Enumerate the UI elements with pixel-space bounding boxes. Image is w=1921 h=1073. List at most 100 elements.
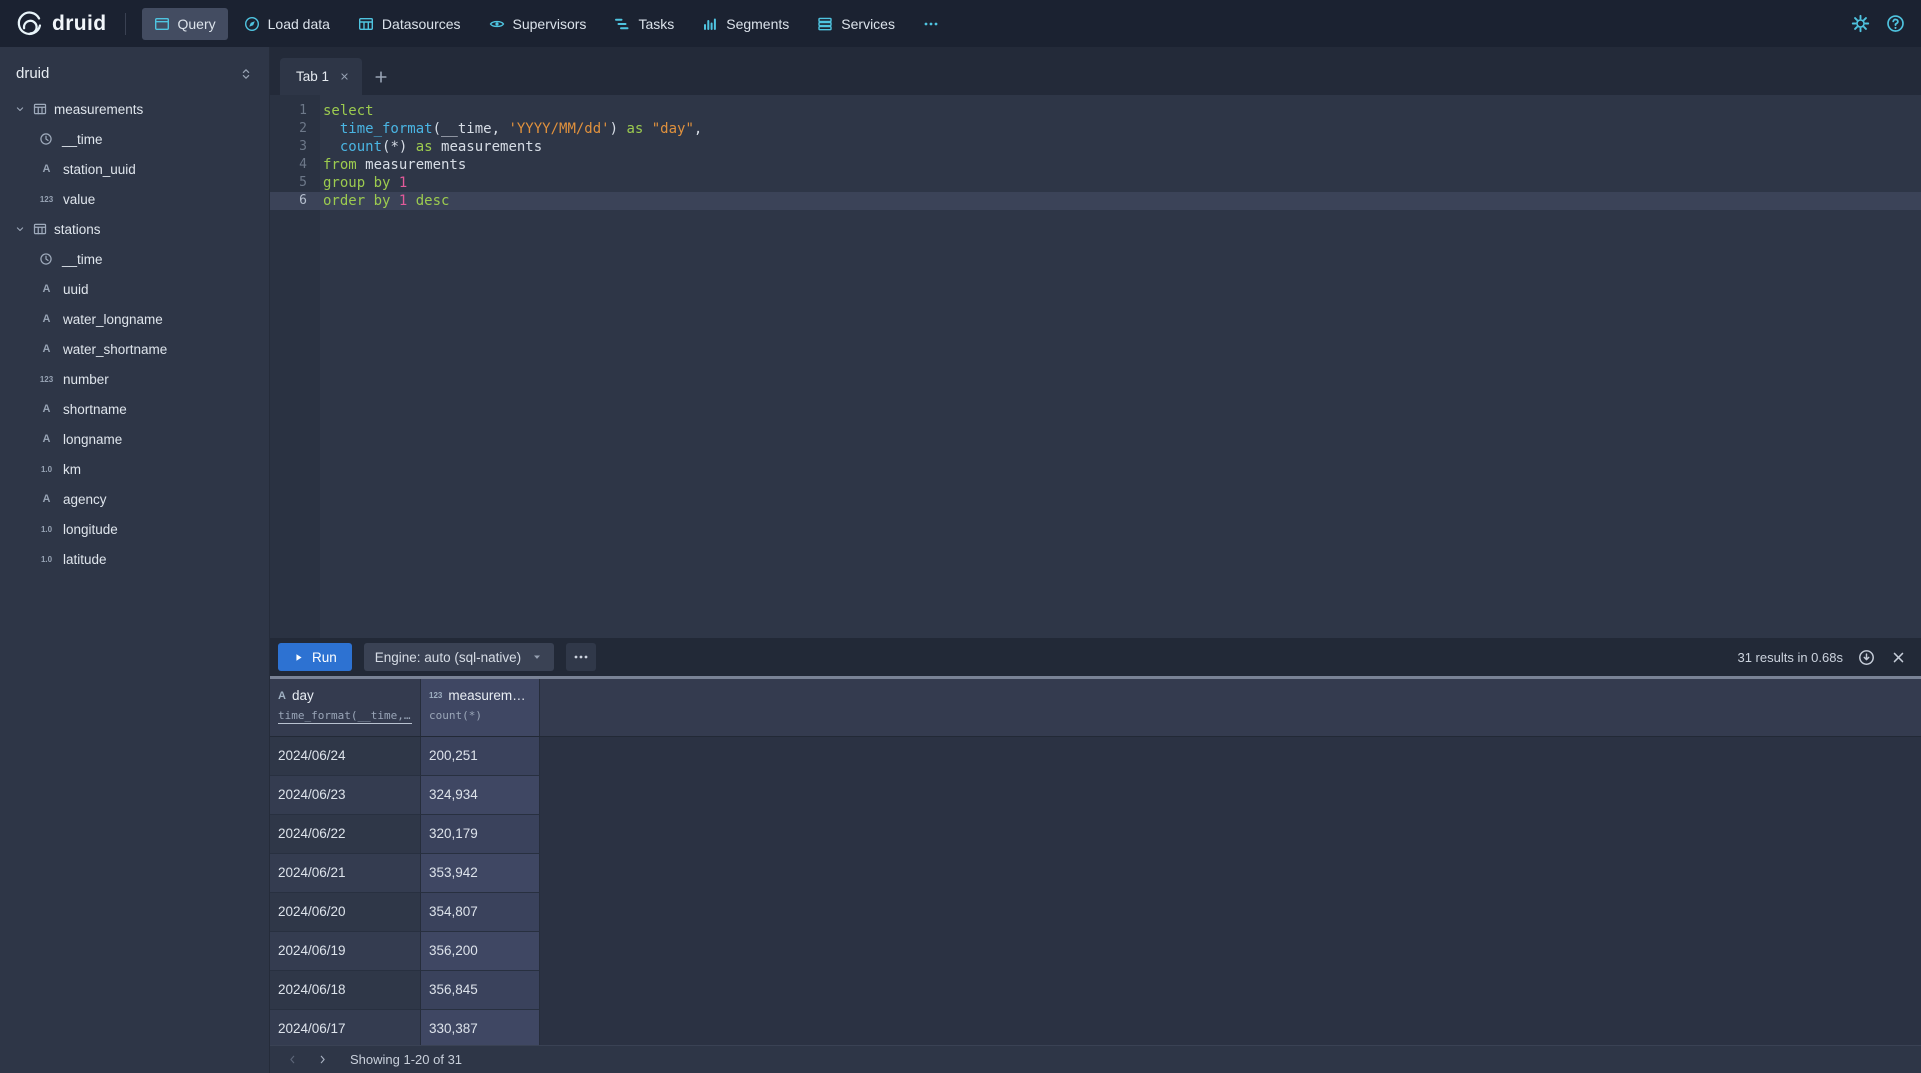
- datasource-table-icon: [358, 16, 374, 32]
- cell[interactable]: 353,942: [421, 854, 540, 893]
- column-expression: count(*): [429, 709, 531, 722]
- float-type-icon: 1.0: [39, 525, 54, 534]
- tree-column-label: __time: [62, 132, 103, 147]
- tree-column--time[interactable]: __time: [0, 244, 269, 274]
- tree-column-number[interactable]: 123number: [0, 364, 269, 394]
- cell[interactable]: 2024/06/19: [270, 932, 421, 971]
- brand-home-link[interactable]: druid: [16, 10, 107, 37]
- tree-column-label: __time: [62, 252, 103, 267]
- clock-icon: [39, 132, 53, 146]
- editor-line-6[interactable]: 6order by 1 desc: [270, 192, 1921, 210]
- cell[interactable]: 2024/06/20: [270, 893, 421, 932]
- add-tab-button[interactable]: [374, 70, 388, 84]
- eye-icon: [489, 16, 505, 32]
- cell[interactable]: 354,807: [421, 893, 540, 932]
- tree-column-station-uuid[interactable]: Astation_uuid: [0, 154, 269, 184]
- sql-editor[interactable]: 1select2 time_format(__time, 'YYYY/MM/dd…: [270, 95, 1921, 638]
- cell[interactable]: 2024/06/22: [270, 815, 421, 854]
- nav-services[interactable]: Services: [805, 8, 907, 40]
- editor-line-3[interactable]: 3 count(*) as measurements: [270, 138, 1921, 156]
- column-header-measurements[interactable]: 123measurementscount(*): [421, 679, 540, 736]
- cell[interactable]: 356,845: [421, 971, 540, 1010]
- cell[interactable]: 2024/06/18: [270, 971, 421, 1010]
- tree-column-km[interactable]: 1.0km: [0, 454, 269, 484]
- nav-label: Segments: [726, 16, 789, 32]
- tree-column-latitude[interactable]: 1.0latitude: [0, 544, 269, 574]
- tree-column-shortname[interactable]: Ashortname: [0, 394, 269, 424]
- cell[interactable]: 324,934: [421, 776, 540, 815]
- close-results-button[interactable]: [1890, 649, 1907, 666]
- column-header-day[interactable]: Adaytime_format(__time, 'YYYY/MM/dd'): [270, 679, 421, 736]
- download-results-button[interactable]: [1858, 649, 1875, 666]
- settings-button[interactable]: [1851, 14, 1870, 33]
- more-icon: [573, 649, 589, 665]
- more-menu-button[interactable]: [911, 8, 951, 40]
- tree-table-stations[interactable]: stations: [0, 214, 269, 244]
- results-meta: 31 results in 0.68s: [1737, 650, 1843, 665]
- cell[interactable]: 320,179: [421, 815, 540, 854]
- tree-column-longname[interactable]: Alongname: [0, 424, 269, 454]
- tree-column-water-shortname[interactable]: Awater_shortname: [0, 334, 269, 364]
- engine-select[interactable]: Engine: auto (sql-native): [364, 643, 554, 671]
- runbar-right: 31 results in 0.68s: [1737, 649, 1907, 666]
- string-type-icon: A: [39, 403, 54, 415]
- cell[interactable]: 2024/06/24: [270, 737, 421, 776]
- nav-query[interactable]: Query: [142, 8, 228, 40]
- tree-column-label: latitude: [63, 552, 107, 567]
- more-icon: [923, 16, 939, 32]
- tree-column-uuid[interactable]: Auuid: [0, 274, 269, 304]
- tab-label: Tab 1: [296, 69, 329, 84]
- editor-line-5[interactable]: 5group by 1: [270, 174, 1921, 192]
- results-header: Adaytime_format(__time, 'YYYY/MM/dd')123…: [270, 679, 1921, 737]
- string-type-icon: A: [39, 283, 54, 295]
- schema-tree: measurements__timeAstation_uuid123values…: [0, 92, 269, 1073]
- nav-load-data[interactable]: Load data: [232, 8, 342, 40]
- nav-label: Supervisors: [513, 16, 587, 32]
- nav-label: Datasources: [382, 16, 461, 32]
- nav-label: Services: [841, 16, 895, 32]
- tree-column-label: number: [63, 372, 109, 387]
- run-button[interactable]: Run: [278, 643, 352, 671]
- download-icon: [1858, 649, 1875, 666]
- line-code: from measurements: [320, 156, 466, 174]
- tree-column-water-longname[interactable]: Awater_longname: [0, 304, 269, 334]
- tree-column-value[interactable]: 123value: [0, 184, 269, 214]
- cell[interactable]: 2024/06/23: [270, 776, 421, 815]
- line-number: 5: [270, 174, 320, 192]
- cell[interactable]: 356,200: [421, 932, 540, 971]
- bar-chart-icon: [702, 16, 718, 32]
- tree-column-label: water_shortname: [63, 342, 167, 357]
- query-more-button[interactable]: [566, 643, 596, 671]
- tree-column-longitude[interactable]: 1.0longitude: [0, 514, 269, 544]
- cell[interactable]: 2024/06/21: [270, 854, 421, 893]
- editor-line-1[interactable]: 1select: [270, 102, 1921, 120]
- close-tab-icon[interactable]: [339, 71, 350, 82]
- column-order-button[interactable]: [239, 67, 253, 81]
- line-number: 2: [270, 120, 320, 138]
- editor-line-2[interactable]: 2 time_format(__time, 'YYYY/MM/dd') as "…: [270, 120, 1921, 138]
- play-icon: [293, 652, 304, 663]
- nav-supervisors[interactable]: Supervisors: [477, 8, 599, 40]
- cell[interactable]: 200,251: [421, 737, 540, 776]
- tree-column-label: station_uuid: [63, 162, 136, 177]
- nav-tasks[interactable]: Tasks: [602, 8, 686, 40]
- column-name: day: [292, 688, 314, 703]
- tab-1[interactable]: Tab 1: [280, 58, 362, 95]
- next-page-button[interactable]: [308, 1048, 336, 1072]
- tree-table-measurements[interactable]: measurements: [0, 94, 269, 124]
- tree-column--time[interactable]: __time: [0, 124, 269, 154]
- query-main: Tab 1 1select2 time_format(__time, 'YYYY…: [270, 47, 1921, 1073]
- tree-column-agency[interactable]: Aagency: [0, 484, 269, 514]
- editor-lines: 1select2 time_format(__time, 'YYYY/MM/dd…: [270, 95, 1921, 210]
- prev-page-button[interactable]: [278, 1048, 306, 1072]
- tree-column-label: longname: [63, 432, 122, 447]
- number-type-icon: 123: [39, 195, 54, 204]
- editor-line-4[interactable]: 4from measurements: [270, 156, 1921, 174]
- line-number: 1: [270, 102, 320, 120]
- column-expression: time_format(__time, 'YYYY/MM/dd'): [278, 709, 412, 724]
- cell[interactable]: 330,387: [421, 1010, 540, 1045]
- help-button[interactable]: [1886, 14, 1905, 33]
- nav-segments[interactable]: Segments: [690, 8, 801, 40]
- cell[interactable]: 2024/06/17: [270, 1010, 421, 1045]
- nav-datasources[interactable]: Datasources: [346, 8, 473, 40]
